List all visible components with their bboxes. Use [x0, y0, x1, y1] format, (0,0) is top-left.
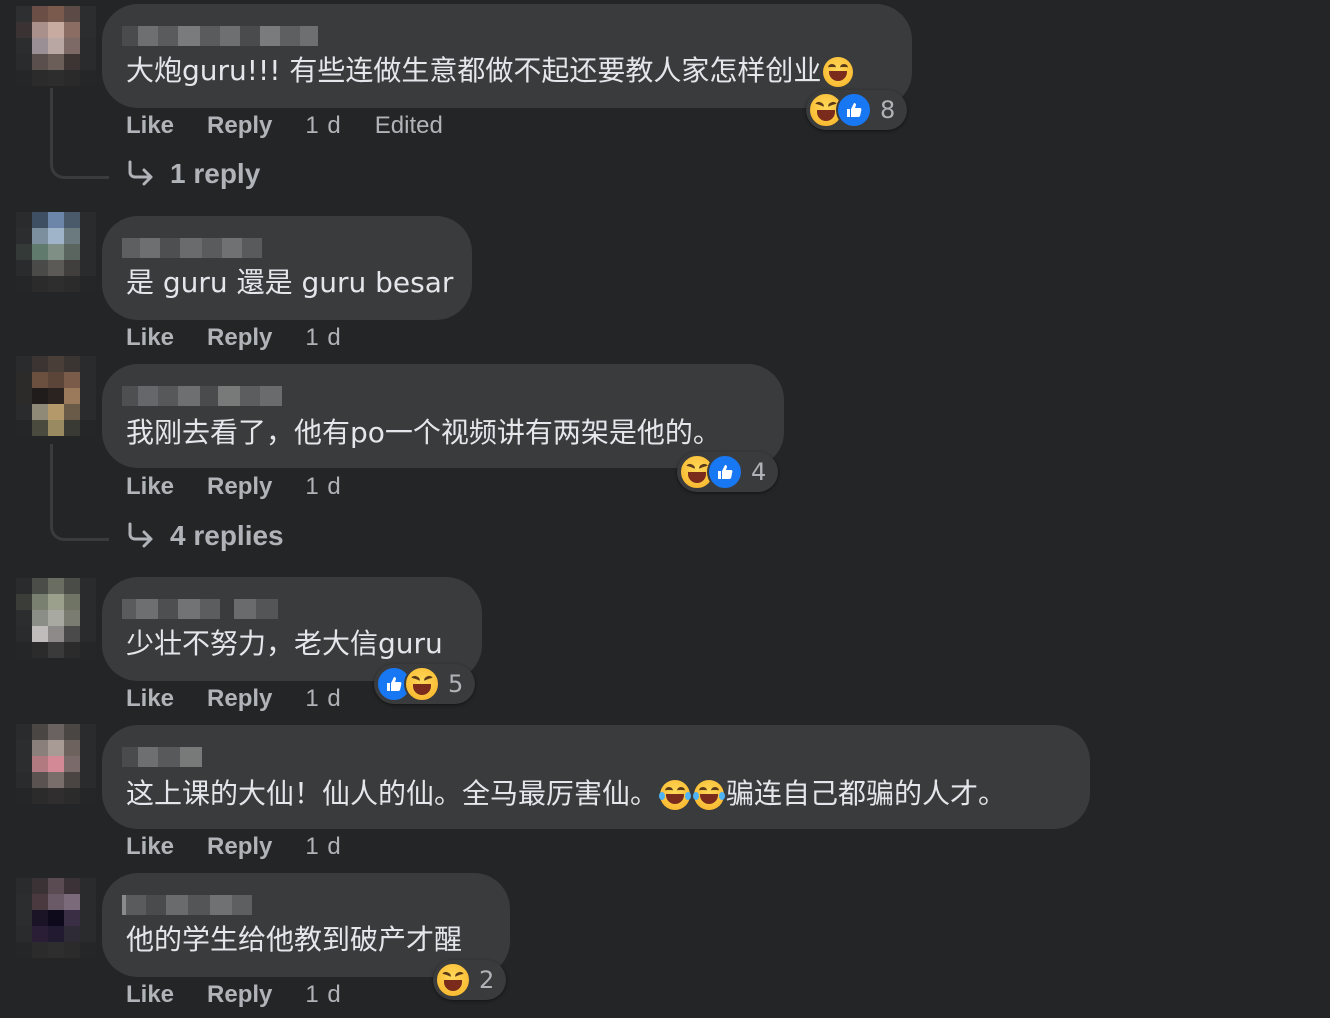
view-replies-label: 1 reply [170, 158, 261, 189]
comment-actions: Like Reply 1 d [126, 981, 342, 1009]
avatar[interactable] [16, 724, 96, 804]
reply-button[interactable]: Reply [207, 833, 272, 861]
like-button[interactable]: Like [126, 685, 174, 713]
comment-actions: Like Reply 1 d Edited [126, 112, 443, 140]
reply-button[interactable]: Reply [207, 324, 272, 352]
comment-text-content: 少壮不努力，老大信guru [126, 627, 443, 660]
comment-bubble: 大炮guru!!! 有些连做生意都做不起还要教人家怎样创业 [102, 4, 912, 108]
like-button[interactable]: Like [126, 473, 174, 501]
haha-reaction-icon [404, 666, 440, 702]
reply-arrow-icon [128, 160, 153, 186]
commenter-name-blurred[interactable] [122, 238, 262, 258]
reply-button[interactable]: Reply [207, 473, 272, 501]
avatar[interactable] [16, 578, 96, 658]
reaction-count: 2 [479, 966, 495, 994]
comment-bubble: 是 guru 還是 guru besar [102, 216, 472, 320]
comment-text-continued: 骗连自己都骗的人才。 [726, 777, 1007, 810]
commenter-name-blurred[interactable] [122, 599, 278, 619]
comment-actions: Like Reply 1 d [126, 685, 342, 713]
edited-label[interactable]: Edited [375, 112, 443, 140]
haha-reaction-icon [435, 962, 471, 998]
comment-text: 大炮guru!!! 有些连做生意都做不起还要教人家怎样创业 [126, 54, 855, 88]
reply-button[interactable]: Reply [207, 685, 272, 713]
comment-text: 是 guru 還是 guru besar [126, 266, 453, 300]
comment-text: 这上课的大仙！仙人的仙。全马最厉害仙。 骗连自己都骗的人才。 [126, 777, 1006, 811]
commenter-name-blurred[interactable] [122, 26, 318, 46]
comment-bubble: 我刚去看了，他有po一个视频讲有两架是他的。 [102, 364, 784, 468]
comment-text-content: 我刚去看了，他有po一个视频讲有两架是他的。 [126, 416, 721, 449]
reaction-summary[interactable]: 2 [433, 960, 507, 1000]
avatar[interactable] [16, 212, 96, 292]
view-replies-label: 4 replies [170, 520, 284, 551]
tears-of-joy-emoji-icon [659, 780, 692, 810]
reply-button[interactable]: Reply [207, 112, 272, 140]
reply-button[interactable]: Reply [207, 981, 272, 1009]
comment-text-content: 他的学生给他教到破产才醒 [126, 923, 463, 956]
reply-arrow-icon [128, 522, 153, 548]
timestamp[interactable]: 1 d [305, 324, 341, 352]
like-button[interactable]: Like [126, 833, 174, 861]
reaction-count: 5 [448, 670, 464, 698]
thread-connector [50, 500, 109, 541]
comment-text-content: 是 guru 還是 guru besar [126, 266, 454, 299]
comment-actions: Like Reply 1 d [126, 324, 342, 352]
like-button[interactable]: Like [126, 981, 174, 1009]
avatar[interactable] [16, 6, 96, 86]
like-button[interactable]: Like [126, 324, 174, 352]
comment-text: 我刚去看了，他有po一个视频讲有两架是他的。 [126, 416, 721, 450]
commenter-name-blurred[interactable] [122, 386, 282, 406]
tears-of-joy-emoji-icon [693, 780, 726, 810]
avatar[interactable] [16, 356, 96, 436]
thread-connector [50, 140, 109, 179]
comment-actions: Like Reply 1 d [126, 833, 342, 861]
comment-actions: Like Reply 1 d [126, 473, 342, 501]
commenter-name-blurred[interactable] [122, 895, 252, 915]
like-reaction-icon [836, 92, 872, 128]
comment-text: 少壮不努力，老大信guru [126, 627, 443, 661]
timestamp[interactable]: 1 d [305, 981, 341, 1009]
like-button[interactable]: Like [126, 112, 174, 140]
reaction-summary[interactable]: 4 [677, 452, 779, 492]
timestamp[interactable]: 1 d [305, 112, 341, 140]
rolling-laughing-emoji-icon [823, 57, 854, 87]
comment-text-content: 这上课的大仙！仙人的仙。全马最厉害仙。 [126, 777, 659, 810]
comment-text: 他的学生给他教到破产才醒 [126, 923, 462, 957]
like-reaction-icon [707, 454, 743, 490]
timestamp[interactable]: 1 d [305, 833, 341, 861]
view-replies-link[interactable]: 1 reply [126, 158, 260, 190]
reaction-count: 8 [880, 96, 896, 124]
view-replies-link[interactable]: 4 replies [126, 520, 284, 552]
timestamp[interactable]: 1 d [305, 473, 341, 501]
avatar[interactable] [16, 878, 96, 958]
timestamp[interactable]: 1 d [305, 685, 341, 713]
reaction-summary[interactable]: 8 [806, 90, 908, 130]
commenter-name-blurred[interactable] [122, 747, 202, 767]
reaction-count: 4 [751, 458, 767, 486]
comment-text-content: 大炮guru!!! 有些连做生意都做不起还要教人家怎样创业 [126, 54, 822, 87]
comment-bubble: 这上课的大仙！仙人的仙。全马最厉害仙。 骗连自己都骗的人才。 [102, 725, 1090, 829]
reaction-summary[interactable]: 5 [374, 664, 476, 704]
